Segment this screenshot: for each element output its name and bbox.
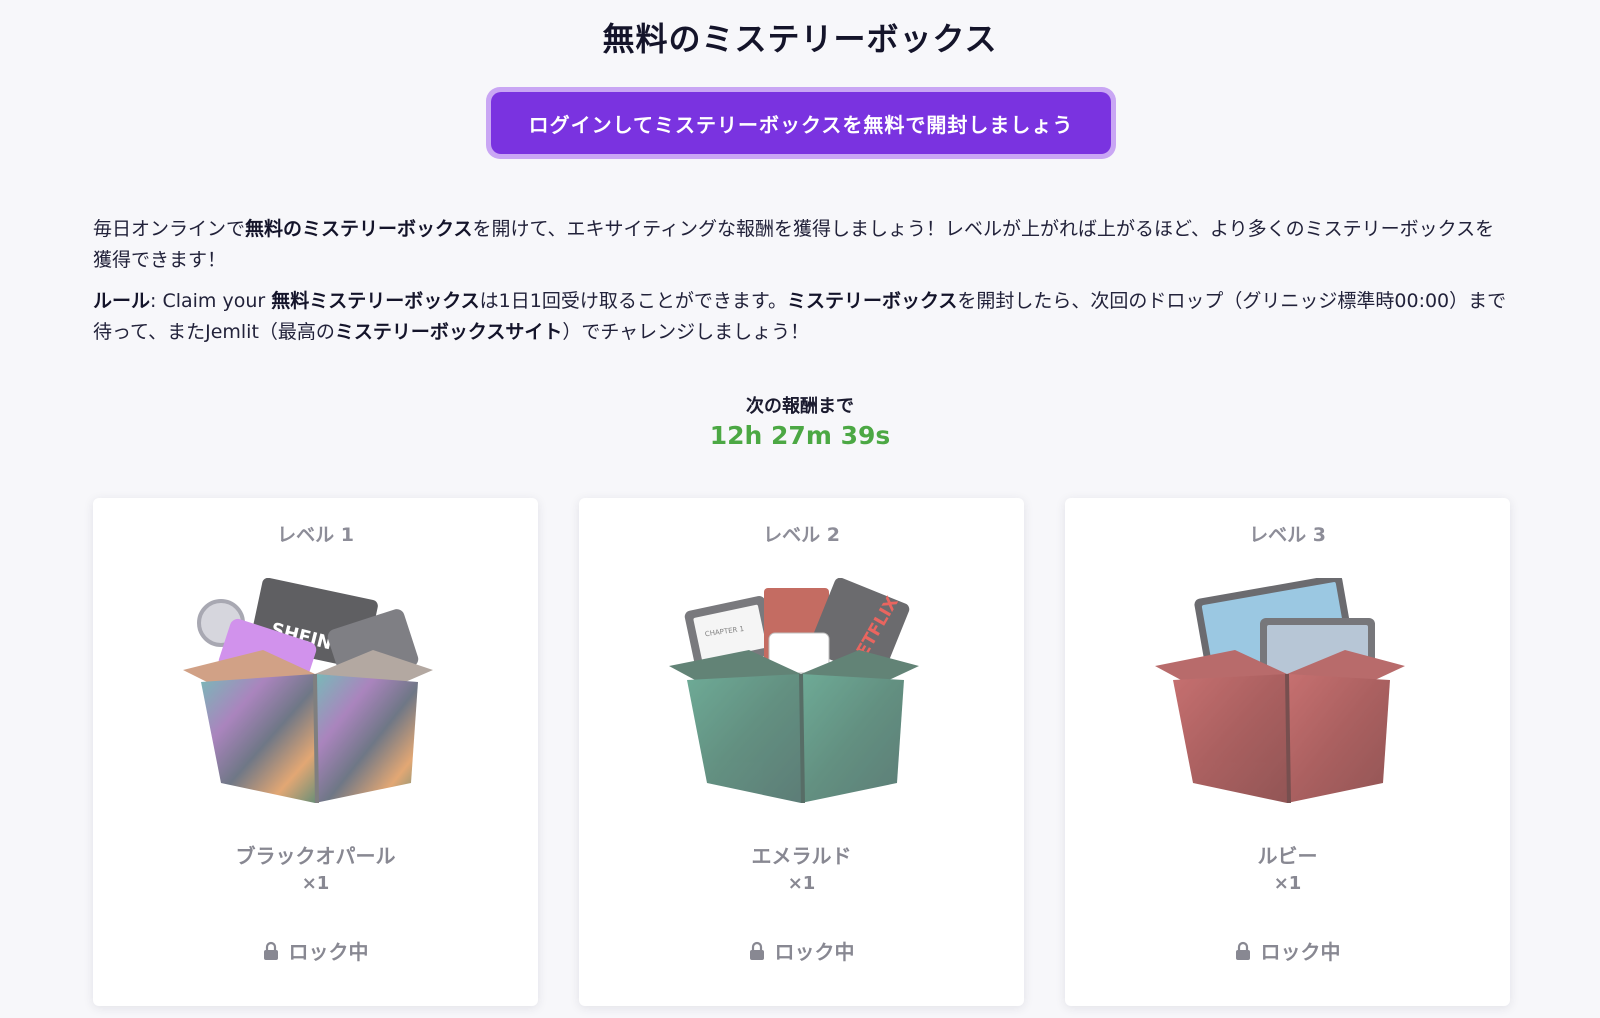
card-box-name: エメラルド — [751, 844, 852, 868]
reward-card-level-2[interactable]: レベル 2 CHAPTER 1 NETFLIX エメラルド ×1 ロック中 — [579, 498, 1024, 1006]
card-box-quantity: ×1 — [1273, 873, 1302, 894]
timer-label: 次の報酬まで — [746, 396, 854, 417]
description-paragraph-1: 毎日オンラインで無料のミステリーボックスを開けて、エキサイティングな報酬を獲得し… — [93, 214, 1513, 276]
description-emphasis: 無料のミステリーボックス — [245, 218, 473, 240]
rules-text: ）でチャレンジしましょう！ — [562, 321, 810, 343]
lock-icon — [263, 941, 278, 960]
rules-emphasis: 無料ミステリーボックス — [271, 290, 480, 312]
card-box-name: ブラックオパール — [235, 844, 396, 868]
card-box-name: ルビー — [1257, 844, 1318, 868]
lock-icon — [1235, 941, 1250, 960]
description-text: 毎日オンラインで — [93, 218, 246, 240]
ruby-box-image — [1155, 578, 1405, 803]
lock-status-text: ロック中 — [1260, 940, 1341, 964]
timer-countdown: 12h 27m 39s — [709, 421, 891, 450]
reward-card-level-1[interactable]: レベル 1 SHEIN ブラックオパール ×1 ロック中 — [93, 498, 538, 1006]
card-level-label: レベル 3 — [1249, 524, 1326, 546]
lock-icon — [749, 941, 764, 960]
page-title: 無料のミステリーボックス — [602, 20, 998, 58]
rules-emphasis: ミステリーボックスサイト — [334, 321, 563, 343]
card-lock-status: ロック中 — [579, 936, 1024, 965]
rules-text: : Claim your — [150, 290, 272, 312]
page: 無料のミステリーボックス ログインしてミステリーボックスを無料で開封しましょう … — [0, 0, 1600, 1018]
card-box-quantity: ×1 — [787, 873, 816, 894]
rules-paragraph: ルール: Claim your 無料ミステリーボックスは1日1回受け取ることがで… — [93, 286, 1513, 348]
card-box-quantity: ×1 — [301, 873, 330, 894]
rules-text: は1日1回受け取ることができます。 — [479, 290, 787, 312]
card-level-label: レベル 2 — [763, 524, 840, 546]
card-level-label: レベル 1 — [277, 524, 354, 546]
reward-card-level-3[interactable]: レベル 3 ルビー ×1 ロック中 — [1065, 498, 1510, 1006]
emerald-box-image: CHAPTER 1 NETFLIX — [669, 578, 919, 803]
card-lock-status: ロック中 — [1065, 936, 1510, 965]
card-lock-status: ロック中 — [93, 936, 538, 965]
lock-status-text: ロック中 — [288, 940, 369, 964]
rules-emphasis: ミステリーボックス — [786, 290, 958, 312]
lock-status-text: ロック中 — [774, 940, 855, 964]
login-button-frame: ログインしてミステリーボックスを無料で開封しましょう — [486, 87, 1116, 159]
black-opal-box-image: SHEIN — [183, 578, 433, 803]
login-button[interactable]: ログインしてミステリーボックスを無料で開封しましょう — [491, 92, 1111, 154]
rules-label: ルール — [93, 290, 151, 312]
